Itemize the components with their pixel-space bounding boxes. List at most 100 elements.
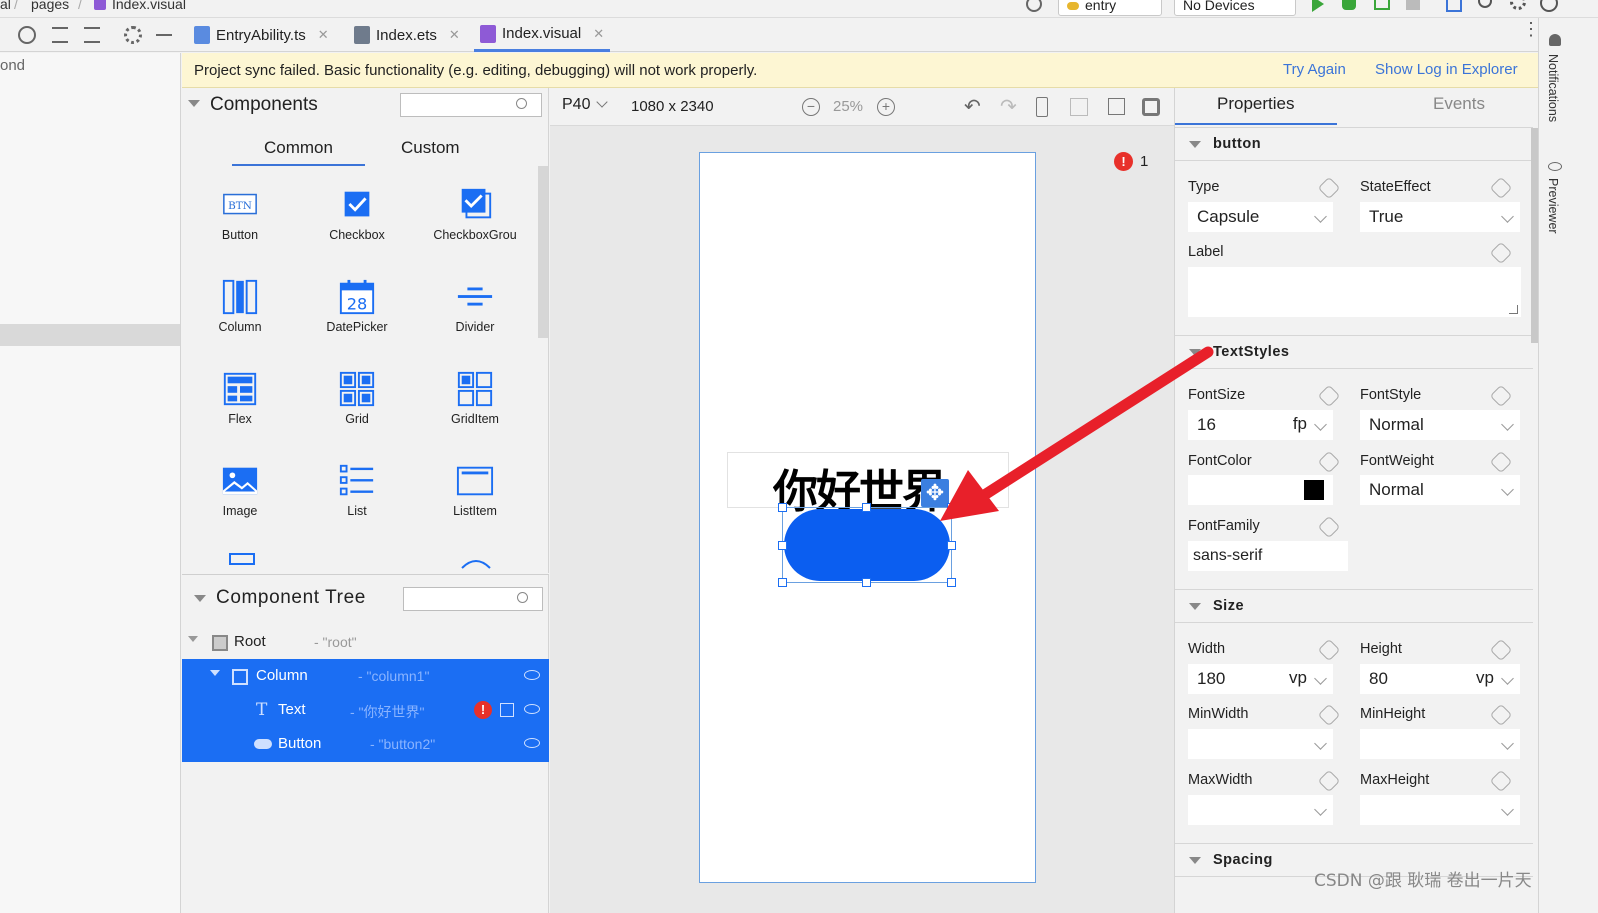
fontstyle-select[interactable]: Normal xyxy=(1360,410,1520,440)
resize-handle[interactable] xyxy=(778,541,787,550)
maxheight-input[interactable] xyxy=(1360,795,1520,825)
visibility-eye-icon[interactable] xyxy=(524,704,540,714)
height-input[interactable]: 80 vp xyxy=(1360,664,1520,694)
minheight-input[interactable] xyxy=(1360,729,1520,759)
breadcrumb-item[interactable]: Index.visual xyxy=(112,0,186,12)
color-swatch[interactable] xyxy=(1304,480,1324,500)
options-gear-icon[interactable] xyxy=(124,26,142,44)
component-checkbox[interactable]: Checkbox xyxy=(302,186,412,242)
frame-icon[interactable] xyxy=(1108,98,1125,115)
fontsize-input[interactable]: 16 fp xyxy=(1188,410,1333,440)
expand-triangle-icon[interactable] xyxy=(188,636,198,642)
run-icon[interactable] xyxy=(1312,0,1324,12)
previewer-tab[interactable]: Previewer xyxy=(1546,178,1560,234)
tree-row-text[interactable]: T Text - "你好世界" ! xyxy=(182,693,549,727)
chevron-down-icon[interactable] xyxy=(596,96,608,108)
try-again-link[interactable]: Try Again xyxy=(1283,61,1346,78)
link-icon[interactable] xyxy=(1489,176,1513,200)
collapse-all-icon[interactable] xyxy=(84,27,100,43)
close-icon[interactable]: ✕ xyxy=(449,27,460,43)
bell-icon[interactable] xyxy=(1549,34,1561,46)
resize-handle[interactable] xyxy=(947,541,956,550)
link-icon[interactable] xyxy=(1317,703,1341,727)
layout-icon[interactable] xyxy=(1142,98,1160,116)
link-icon[interactable] xyxy=(1489,769,1513,793)
error-icon[interactable]: ! xyxy=(474,701,492,719)
visibility-eye-icon[interactable] xyxy=(524,670,540,680)
link-icon[interactable] xyxy=(1317,638,1341,662)
component-grid[interactable]: Grid xyxy=(302,370,412,426)
resize-handle[interactable] xyxy=(862,503,871,512)
resize-handle[interactable] xyxy=(947,503,956,512)
notifications-tab[interactable]: Notifications xyxy=(1546,54,1560,122)
stop-icon[interactable] xyxy=(1406,0,1420,10)
fontsize-unit[interactable]: fp xyxy=(1293,414,1307,434)
component-checkboxgroup[interactable]: CheckboxGrou xyxy=(420,186,530,242)
undo-icon[interactable]: ↶ xyxy=(964,94,981,119)
height-unit[interactable]: vp xyxy=(1476,668,1494,688)
link-icon[interactable] xyxy=(1317,176,1341,200)
component-flex[interactable]: Flex xyxy=(185,370,295,426)
link-icon[interactable] xyxy=(1489,638,1513,662)
project-tree-selection[interactable] xyxy=(0,324,180,346)
close-icon[interactable]: ✕ xyxy=(593,26,604,42)
move-handle-icon[interactable]: ✥ xyxy=(921,479,949,507)
zoom-out-icon[interactable]: − xyxy=(802,98,820,116)
tree-search-input[interactable] xyxy=(403,587,543,611)
close-icon[interactable]: ✕ xyxy=(318,27,329,43)
component-griditem[interactable]: GridItem xyxy=(420,370,530,426)
components-scrollbar[interactable] xyxy=(538,166,548,338)
device-manager-icon[interactable] xyxy=(1446,0,1462,12)
component-button[interactable]: BTN Button xyxy=(185,186,295,242)
search-icon[interactable] xyxy=(1478,0,1492,8)
error-icon[interactable]: ! xyxy=(1114,152,1133,171)
device-select[interactable]: P40 xyxy=(562,96,590,114)
tab-common[interactable]: Common xyxy=(264,138,333,158)
component-list[interactable]: List xyxy=(302,462,412,518)
resize-handle[interactable] xyxy=(778,503,787,512)
link-icon[interactable] xyxy=(1317,769,1341,793)
section-button[interactable]: button xyxy=(1175,127,1533,161)
tab-entryability[interactable]: EntryAbility.ts ✕ xyxy=(194,18,329,52)
device-preview[interactable]: 你好世界 ✥ xyxy=(699,152,1036,883)
components-search-input[interactable] xyxy=(400,93,542,117)
fit-screen-icon[interactable] xyxy=(1070,98,1088,116)
section-textstyles[interactable]: TextStyles xyxy=(1175,335,1533,369)
breadcrumb-item[interactable]: al xyxy=(0,0,11,12)
stateeffect-select[interactable]: True xyxy=(1360,202,1520,232)
tab-index-visual[interactable]: Index.visual ✕ xyxy=(474,18,611,52)
link-icon[interactable] xyxy=(1317,515,1341,539)
tab-properties[interactable]: Properties xyxy=(1217,94,1294,114)
device-select[interactable]: No Devices xyxy=(1174,0,1296,16)
attach-debugger-icon[interactable] xyxy=(1374,0,1390,10)
width-unit[interactable]: vp xyxy=(1289,668,1307,688)
tree-row-column[interactable]: Column - "column1" xyxy=(182,659,549,693)
gear-icon[interactable] xyxy=(1510,0,1526,10)
fontweight-select[interactable]: Normal xyxy=(1360,475,1520,505)
link-icon[interactable] xyxy=(1489,384,1513,408)
visibility-eye-icon[interactable] xyxy=(524,738,540,748)
eye-icon[interactable] xyxy=(1548,162,1562,171)
component-image[interactable]: Image xyxy=(185,462,295,518)
link-icon[interactable] xyxy=(1489,241,1513,265)
expand-triangle-icon[interactable] xyxy=(210,670,220,676)
run-config-select[interactable]: entry xyxy=(1058,0,1162,16)
expand-all-icon[interactable] xyxy=(52,27,68,43)
label-textarea[interactable] xyxy=(1188,267,1521,317)
fontfamily-input[interactable]: sans-serif xyxy=(1188,541,1348,571)
device-orientation-icon[interactable] xyxy=(1036,97,1048,117)
width-input[interactable]: 180 vp xyxy=(1188,664,1333,694)
resize-grip-icon[interactable] xyxy=(1509,305,1518,314)
link-icon[interactable] xyxy=(1317,450,1341,474)
resize-handle[interactable] xyxy=(862,578,871,587)
component-divider[interactable]: Divider xyxy=(420,278,530,334)
component-datepicker[interactable]: 28 DatePicker xyxy=(302,278,412,334)
locate-icon[interactable] xyxy=(18,26,36,44)
fontcolor-picker[interactable] xyxy=(1188,475,1333,505)
minwidth-input[interactable] xyxy=(1188,729,1333,759)
collapse-triangle-icon[interactable] xyxy=(194,595,206,602)
project-tree-item[interactable]: ond xyxy=(0,57,25,74)
maxwidth-input[interactable] xyxy=(1188,795,1333,825)
redo-icon[interactable]: ↷ xyxy=(1000,94,1017,119)
account-icon[interactable] xyxy=(1540,0,1558,12)
